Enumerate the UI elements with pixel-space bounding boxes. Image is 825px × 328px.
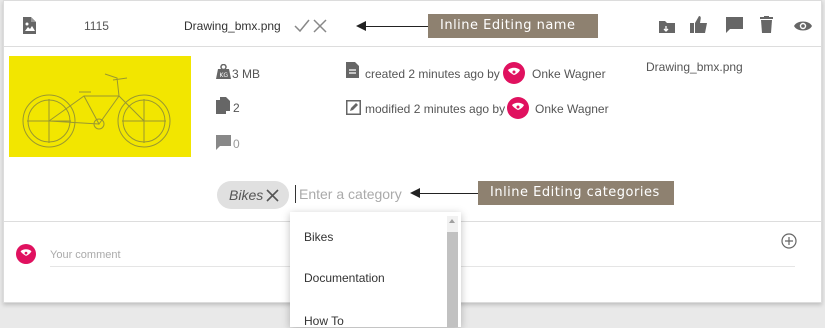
weight-icon: KG [216, 64, 231, 79]
cancel-x-icon[interactable] [313, 19, 327, 33]
dropdown-option-how-to[interactable]: How To [304, 314, 344, 328]
versions-icon [216, 97, 230, 114]
thumbs-up-icon[interactable] [690, 16, 708, 33]
folder-icon[interactable] [659, 20, 675, 33]
confirm-check-icon[interactable] [294, 19, 310, 33]
comment-icon[interactable] [726, 17, 743, 33]
name-arrow-line [362, 26, 428, 27]
bird-logo-icon [508, 67, 520, 75]
comments-count: 0 [233, 137, 240, 151]
comment-input[interactable]: Your comment [50, 249, 121, 261]
remove-category-icon[interactable] [266, 189, 279, 202]
created-text: created 2 minutes ago by [365, 67, 500, 81]
bmx-drawing [22, 73, 171, 148]
callout-inline-name: Inline Editing name [428, 14, 598, 38]
edit-icon [346, 100, 361, 115]
user-avatar [16, 244, 36, 264]
scroll-thumb[interactable] [447, 232, 458, 327]
dropdown-option-bikes[interactable]: Bikes [304, 230, 333, 244]
scroll-up-arrow-icon[interactable] [449, 219, 455, 223]
category-dropdown: Bikes Documentation How To [290, 212, 461, 328]
header-divider [4, 46, 821, 47]
dropdown-scrollbar[interactable] [447, 216, 458, 327]
image-file-icon [23, 17, 36, 34]
bird-logo-icon [512, 102, 524, 110]
modified-text: modified 2 minutes ago by [365, 102, 506, 116]
file-size: 3 MB [232, 67, 261, 81]
modifier-avatar[interactable] [507, 97, 529, 119]
comments-count-icon [216, 135, 231, 150]
document-icon [346, 62, 359, 78]
svg-text:KG: KG [220, 72, 229, 79]
file-id: 1115 [84, 19, 109, 33]
creator-name[interactable]: Onke Wagner [532, 67, 606, 81]
file-name-edit[interactable]: Drawing_bmx.png [184, 19, 281, 33]
creator-avatar[interactable] [503, 62, 525, 84]
bird-logo-icon [20, 249, 32, 256]
callout-inline-categories: Inline Editing categories [478, 181, 674, 205]
trash-icon[interactable] [760, 16, 773, 33]
file-name-display: Drawing_bmx.png [646, 60, 743, 74]
add-comment-icon[interactable] [781, 233, 797, 249]
thumbnail[interactable] [9, 56, 191, 157]
modifier-name[interactable]: Onke Wagner [535, 102, 609, 116]
category-chip-label: Bikes [229, 187, 264, 203]
versions-count: 2 [233, 101, 240, 115]
eye-icon[interactable] [794, 20, 812, 32]
category-input[interactable]: Enter a category [295, 185, 402, 203]
dropdown-option-documentation[interactable]: Documentation [304, 271, 385, 285]
categories-arrow-line [416, 193, 478, 194]
category-chip-bikes[interactable]: Bikes [217, 181, 289, 209]
